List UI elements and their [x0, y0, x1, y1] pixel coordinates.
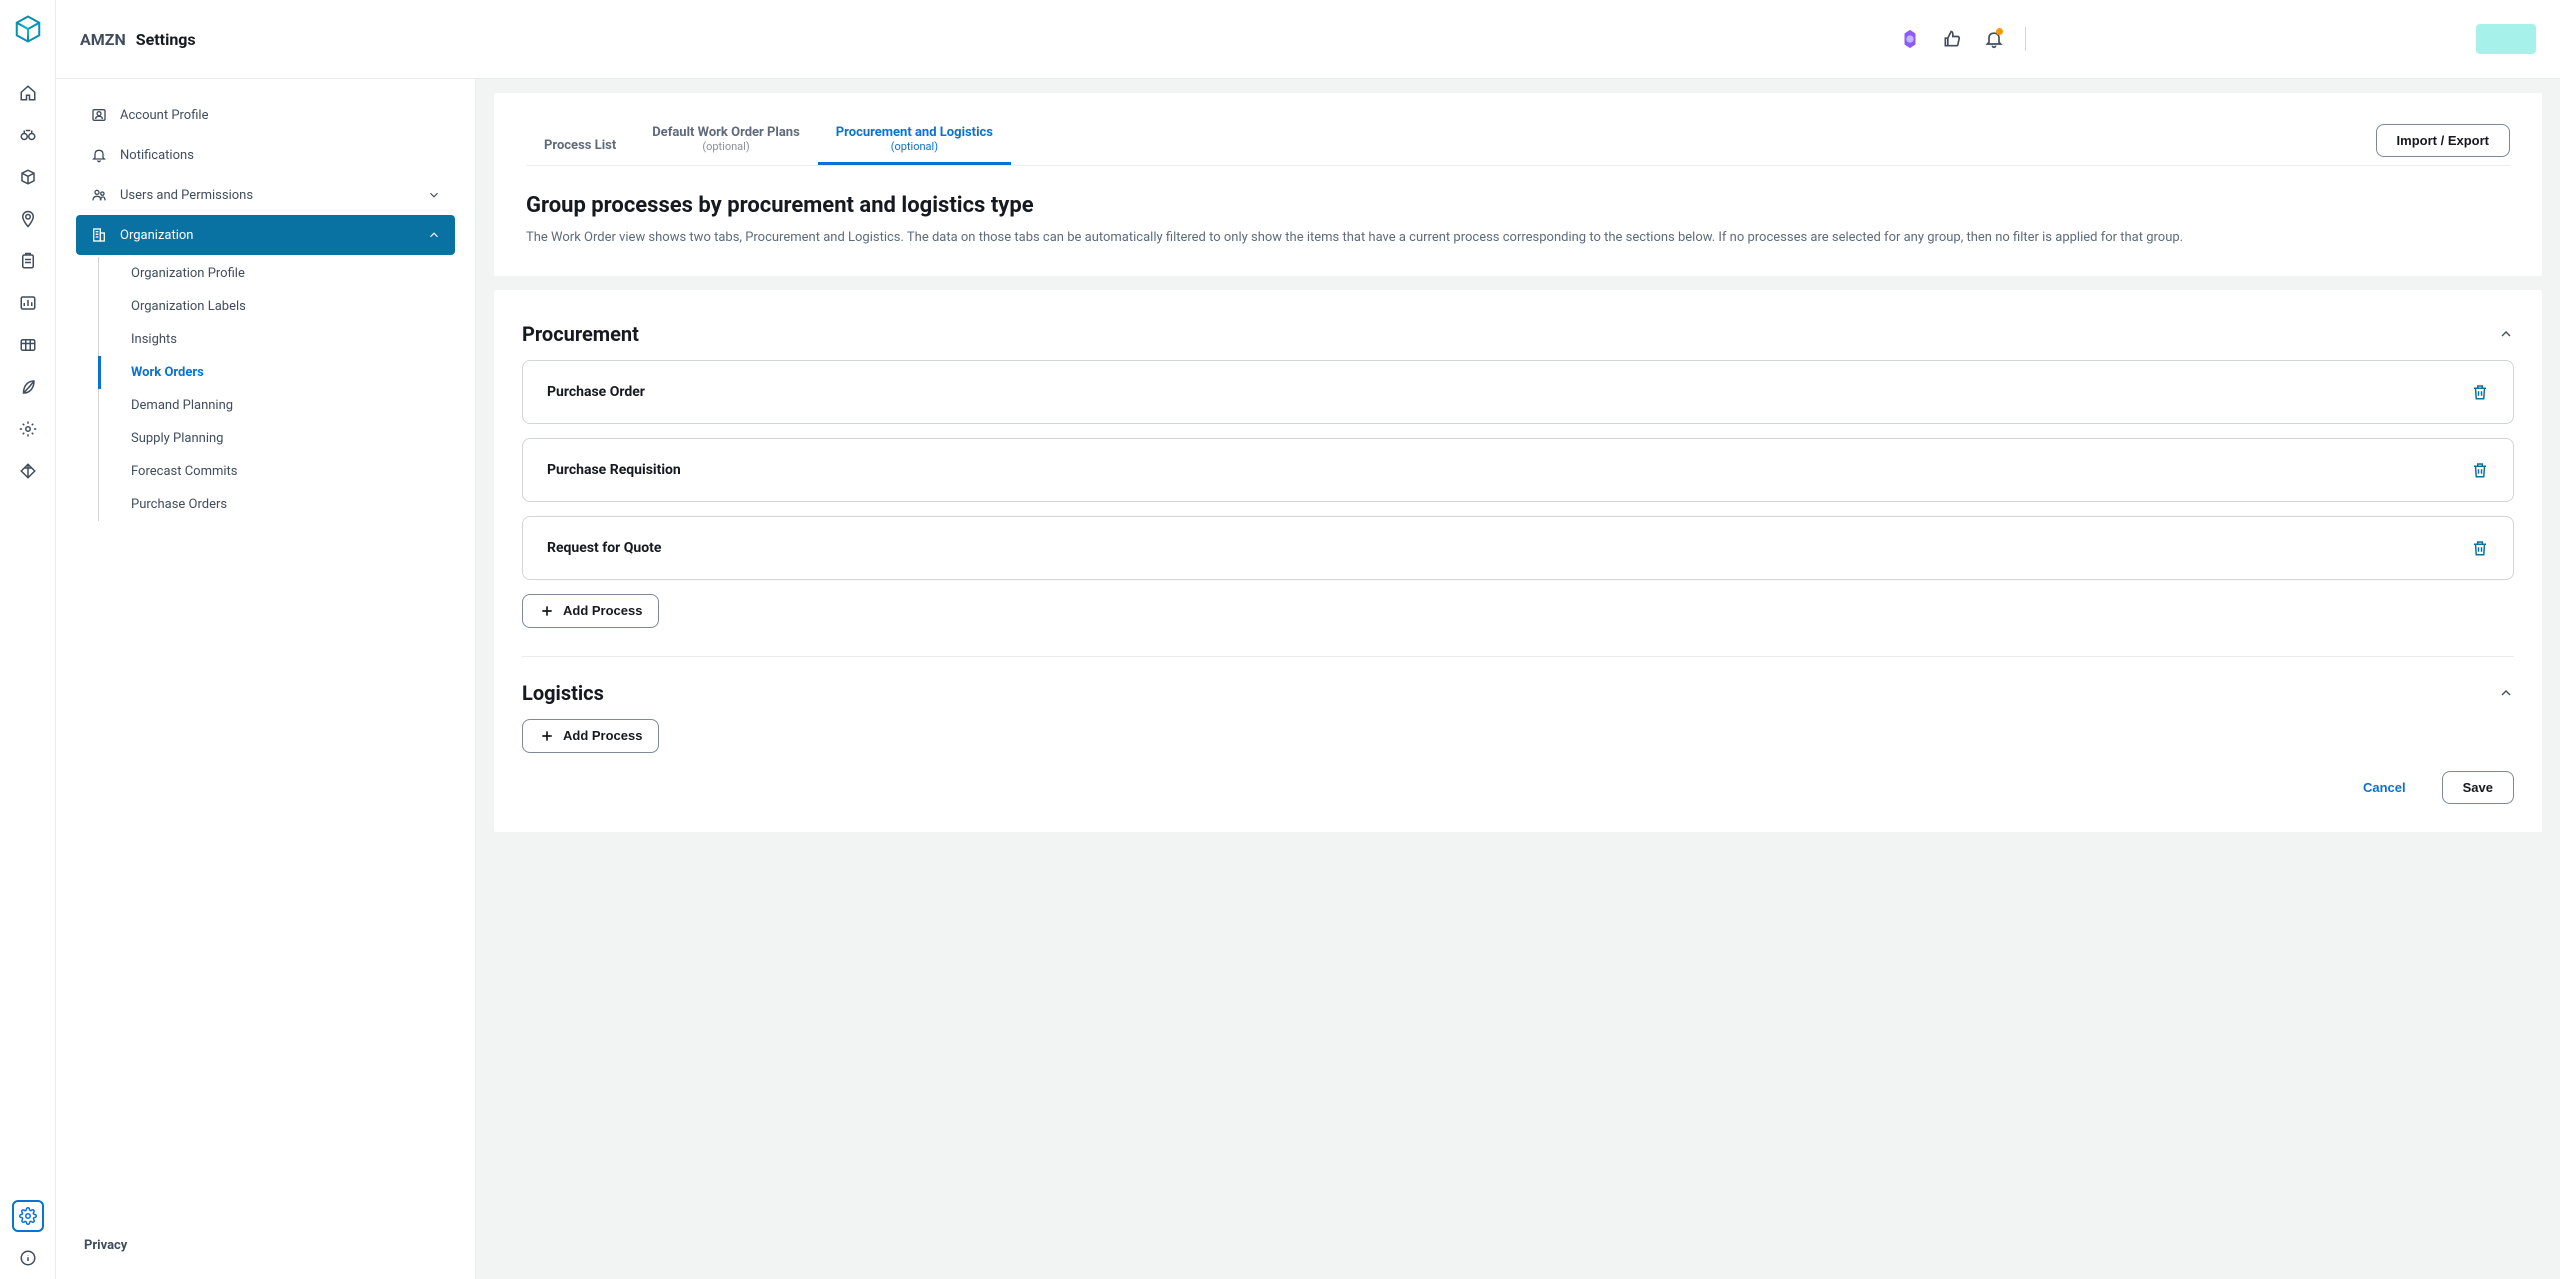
group-title: Procurement [522, 322, 639, 346]
rail-leaf-icon[interactable] [12, 371, 44, 403]
tab-default-wo-plans[interactable]: Default Work Order Plans (optional) [634, 117, 818, 165]
notification-dot-icon [1996, 28, 2003, 35]
tab-optional-label: (optional) [836, 140, 993, 153]
rail-cube-icon[interactable] [12, 161, 44, 193]
rail-location-icon[interactable] [12, 203, 44, 235]
process-row[interactable]: Purchase Requisition [522, 438, 2514, 502]
button-label: Add Process [563, 603, 642, 618]
tab-procurement-logistics[interactable]: Procurement and Logistics (optional) [818, 117, 1011, 165]
collapse-icon[interactable] [2498, 326, 2514, 342]
subnav-purchase-orders[interactable]: Purchase Orders [119, 488, 455, 521]
nav-users-permissions[interactable]: Users and Permissions [76, 175, 455, 215]
bell-icon [90, 146, 108, 164]
nav-label: Organization [120, 228, 193, 243]
tabs-actions: Import / Export [2376, 124, 2510, 165]
rail-table-icon[interactable] [12, 329, 44, 361]
subnav-supply-planning[interactable]: Supply Planning [119, 422, 455, 455]
nav-label: Account Profile [120, 108, 208, 123]
section-description: The Work Order view shows two tabs, Proc… [526, 228, 2510, 248]
feedback-icon[interactable] [1937, 24, 1967, 54]
subnav-demand-planning[interactable]: Demand Planning [119, 389, 455, 422]
process-name: Purchase Requisition [547, 462, 681, 478]
rail-gear-icon[interactable] [12, 413, 44, 445]
privacy-link[interactable]: Privacy [76, 1228, 455, 1263]
nav-label: Users and Permissions [120, 188, 253, 203]
process-name: Purchase Order [547, 384, 645, 400]
tab-label: Process List [544, 138, 616, 153]
content-area: Process List Default Work Order Plans (o… [476, 79, 2560, 1279]
bell-icon[interactable] [1979, 24, 2009, 54]
rail-settings-icon[interactable] [12, 1200, 44, 1232]
subnav-forecast-commits[interactable]: Forecast Commits [119, 455, 455, 488]
organization-submenu: Organization Profile Organization Labels… [98, 257, 455, 521]
tab-label: Default Work Order Plans [652, 125, 800, 140]
org-code: AMZN [80, 30, 126, 49]
group-header: Logistics [522, 681, 2514, 705]
process-row[interactable]: Request for Quote [522, 516, 2514, 580]
settings-sidebar: Account Profile Notifications Users and … [56, 79, 476, 1279]
rail-chart-icon[interactable] [12, 287, 44, 319]
section-title: Group processes by procurement and logis… [526, 193, 2510, 218]
topbar: AMZN Settings [56, 0, 2560, 79]
tab-optional-label: (optional) [652, 140, 800, 153]
collapse-icon[interactable] [2498, 685, 2514, 701]
rail-diamond-icon[interactable] [12, 455, 44, 487]
save-button[interactable]: Save [2442, 771, 2514, 804]
button-label: Add Process [563, 728, 642, 743]
group-title: Logistics [522, 681, 604, 705]
import-export-button[interactable]: Import / Export [2376, 124, 2510, 157]
nav-account-profile[interactable]: Account Profile [76, 95, 455, 135]
subnav-organization-labels[interactable]: Organization Labels [119, 290, 455, 323]
cancel-button[interactable]: Cancel [2343, 771, 2426, 804]
trash-icon[interactable] [2471, 461, 2489, 479]
group-procurement: Procurement Purchase Order [522, 322, 2514, 628]
building-icon [90, 226, 108, 244]
topbar-divider [2025, 27, 2026, 51]
rail-home-icon[interactable] [12, 77, 44, 109]
group-header: Procurement [522, 322, 2514, 346]
nav-label: Notifications [120, 148, 194, 163]
tab-process-list[interactable]: Process List [526, 130, 634, 165]
chevron-up-icon [427, 228, 441, 242]
subnav-organization-profile[interactable]: Organization Profile [119, 257, 455, 290]
user-card-icon [90, 106, 108, 124]
chevron-down-icon [427, 188, 441, 202]
rail-info-icon[interactable] [12, 1242, 44, 1274]
users-icon [90, 186, 108, 204]
main-column: AMZN Settings [56, 0, 2560, 1279]
body-row: Account Profile Notifications Users and … [56, 79, 2560, 1279]
rail-clipboard-icon[interactable] [12, 245, 44, 277]
add-process-button[interactable]: Add Process [522, 594, 659, 628]
subnav-work-orders[interactable]: Work Orders [98, 356, 455, 389]
tabs-row: Process List Default Work Order Plans (o… [526, 117, 2510, 166]
group-logistics: Logistics Add Process [522, 681, 2514, 753]
trash-icon[interactable] [2471, 383, 2489, 401]
topbar-cta-button[interactable] [2476, 24, 2536, 54]
group-divider [522, 656, 2514, 657]
add-process-button[interactable]: Add Process [522, 719, 659, 753]
plus-icon [539, 728, 555, 744]
page-title: Settings [136, 30, 196, 49]
plus-icon [539, 603, 555, 619]
app-logo[interactable] [13, 14, 43, 44]
trash-icon[interactable] [2471, 539, 2489, 557]
assistant-icon[interactable] [1895, 24, 1925, 54]
icon-rail [0, 0, 56, 1279]
process-row[interactable]: Purchase Order [522, 360, 2514, 424]
process-name: Request for Quote [547, 540, 661, 556]
rail-binoculars-icon[interactable] [12, 119, 44, 151]
subnav-insights[interactable]: Insights [119, 323, 455, 356]
nav-notifications[interactable]: Notifications [76, 135, 455, 175]
app-root: AMZN Settings [0, 0, 2560, 1279]
tab-header-panel: Process List Default Work Order Plans (o… [494, 93, 2542, 276]
nav-organization[interactable]: Organization [76, 215, 455, 255]
footer-actions: Cancel Save [522, 753, 2514, 804]
groups-panel: Procurement Purchase Order [494, 290, 2542, 832]
tab-label: Procurement and Logistics [836, 125, 993, 140]
